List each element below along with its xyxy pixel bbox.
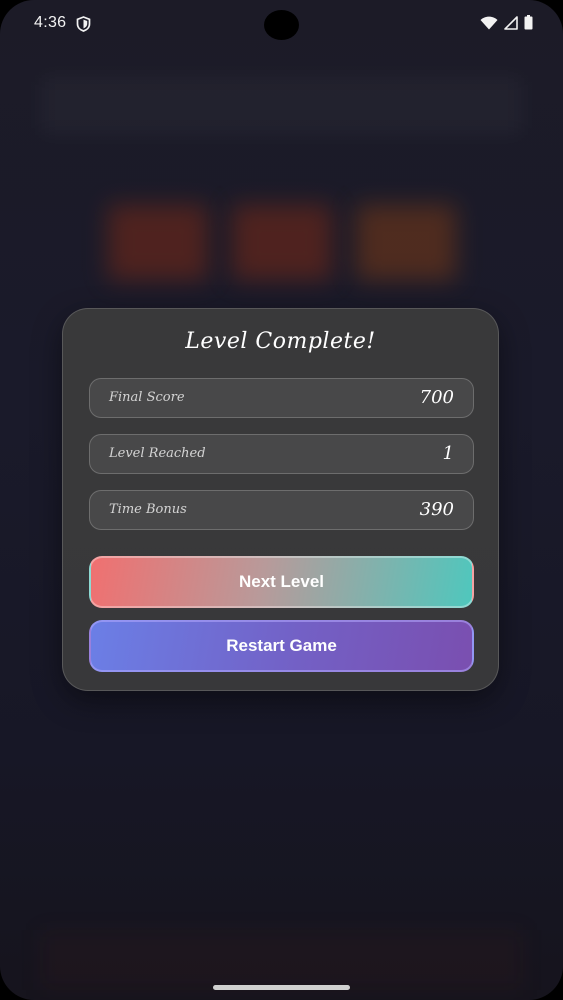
stat-value: 390 xyxy=(419,499,454,520)
stat-label: Final Score xyxy=(109,390,185,405)
home-indicator[interactable] xyxy=(213,985,350,990)
cellular-signal-icon xyxy=(504,15,518,30)
stat-row-level-reached: Level Reached 1 xyxy=(89,434,474,474)
background-tile xyxy=(232,205,332,280)
restart-game-label: Restart Game xyxy=(226,636,337,655)
stat-row-time-bonus: Time Bonus 390 xyxy=(89,490,474,530)
background-tile xyxy=(356,205,456,280)
stat-value: 700 xyxy=(419,387,454,408)
level-complete-dialog: Level Complete! Final Score 700 Level Re… xyxy=(62,308,499,691)
status-bar: 4:36 xyxy=(0,0,563,50)
stat-row-final-score: Final Score 700 xyxy=(89,378,474,418)
dialog-title: Level Complete! xyxy=(185,329,376,354)
stat-value: 1 xyxy=(442,443,454,464)
shield-icon xyxy=(76,16,91,32)
background-header-band xyxy=(40,75,523,135)
stat-label: Level Reached xyxy=(109,446,206,461)
camera-cutout xyxy=(264,10,299,40)
wifi-icon xyxy=(480,16,498,29)
background-tile xyxy=(108,205,208,280)
restart-game-button[interactable]: Restart Game xyxy=(89,620,474,672)
status-time: 4:36 xyxy=(34,14,67,31)
next-level-label: Next Level xyxy=(238,572,325,591)
next-level-button[interactable]: Next Level xyxy=(89,556,474,608)
status-icons xyxy=(480,15,533,30)
background-footer-band xyxy=(40,930,523,990)
battery-icon xyxy=(524,15,533,30)
phone-screen: 4:36 Level Complete! Final Score 700 Lev… xyxy=(0,0,563,1000)
stat-label: Time Bonus xyxy=(109,502,187,517)
